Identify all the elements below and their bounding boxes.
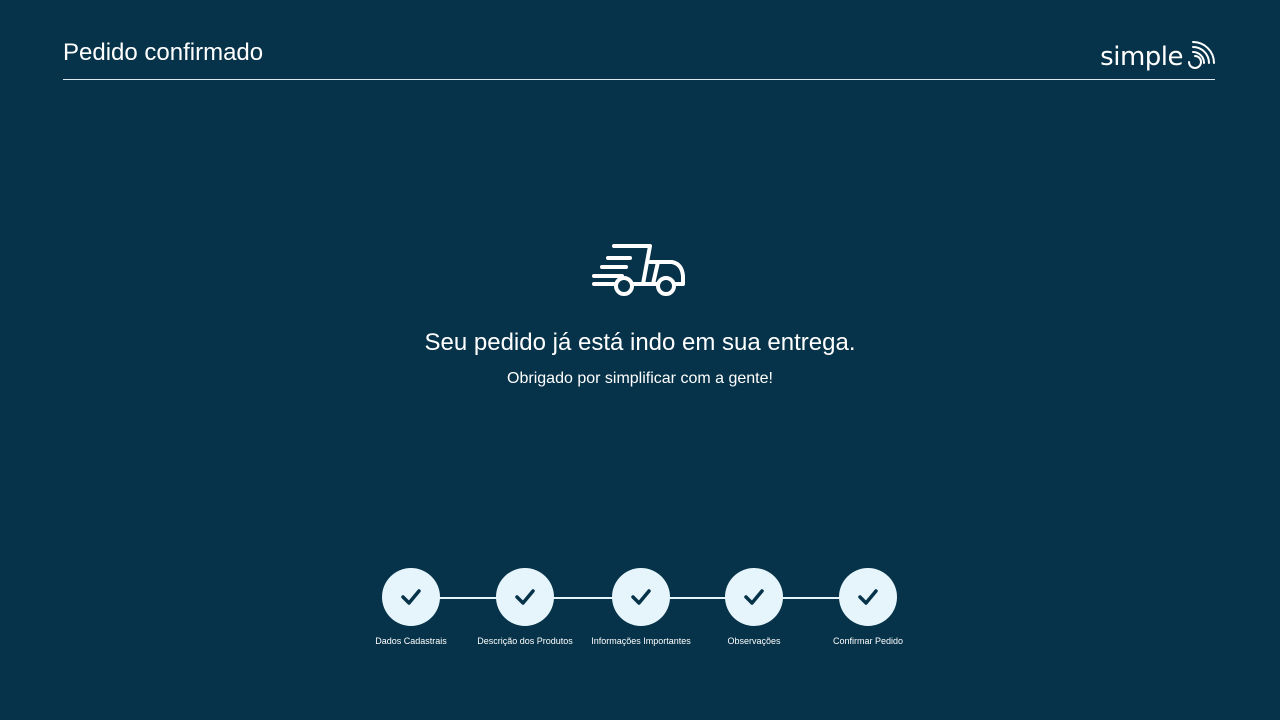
step-circle	[839, 568, 897, 626]
step-label: Confirmar Pedido	[832, 636, 904, 646]
confirmation-panel: Seu pedido já está indo em sua entrega. …	[0, 238, 1280, 389]
progress-stepper: Dados Cadastrais Descrição dos Produtos …	[375, 568, 905, 658]
check-icon	[631, 589, 651, 605]
step-informacoes-importantes: Informações Importantes	[576, 568, 706, 647]
step-circle	[382, 568, 440, 626]
confirmation-title: Seu pedido já está indo em sua entrega.	[424, 329, 856, 356]
simple-logo-mark-icon	[1188, 41, 1215, 69]
confirmation-subtitle: Obrigado por simplificar com a gente!	[507, 370, 773, 387]
check-icon	[858, 589, 878, 605]
step-dados-cadastrais: Dados Cadastrais	[346, 568, 476, 647]
logo-text: simple	[1100, 42, 1183, 72]
step-label: Descrição dos Produtos	[477, 636, 573, 646]
step-label: Informações Importantes	[591, 636, 691, 646]
header: Pedido confirmado simple	[63, 0, 1215, 80]
step-label: Observações	[727, 636, 781, 646]
step-descricao-dos-produtos: Descrição dos Produtos	[460, 568, 590, 647]
step-observacoes: Observações	[689, 568, 819, 647]
step-circle	[725, 568, 783, 626]
check-icon	[401, 589, 421, 605]
step-confirmar-pedido: Confirmar Pedido	[803, 568, 933, 647]
check-icon	[744, 589, 764, 605]
logo: simple	[1100, 30, 1215, 72]
step-circle	[496, 568, 554, 626]
check-icon	[515, 589, 535, 605]
step-label: Dados Cadastrais	[375, 636, 447, 646]
page-title: Pedido confirmado	[63, 39, 264, 66]
delivery-truck-icon	[592, 244, 685, 296]
step-circle	[612, 568, 670, 626]
